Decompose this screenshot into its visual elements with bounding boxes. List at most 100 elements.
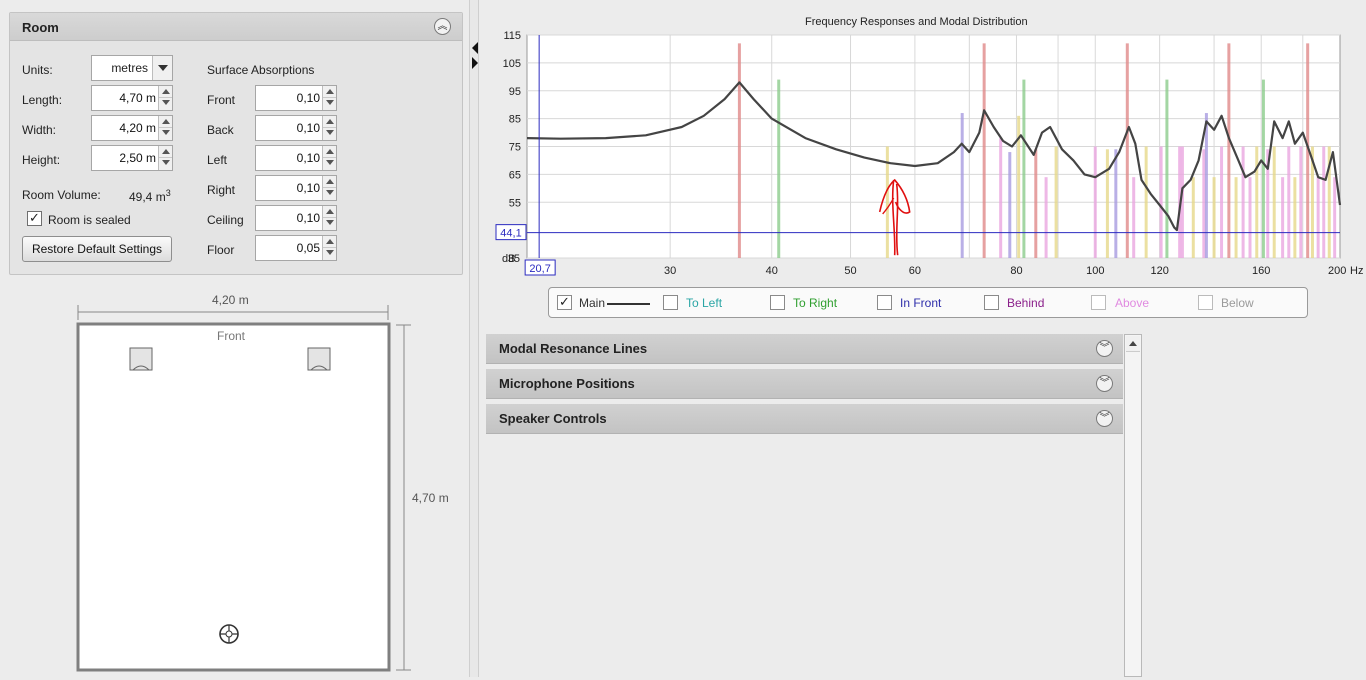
vertical-scrollbar[interactable] xyxy=(1124,334,1142,677)
modal-line xyxy=(999,138,1003,258)
expand-down-icon[interactable]: ︾ xyxy=(1096,410,1113,427)
speaker-left-icon[interactable] xyxy=(129,347,153,371)
chart-legend: ✓ Main To Left To Right In Front Behind … xyxy=(548,287,1308,318)
width-dimension-line xyxy=(77,305,389,320)
height-value: 2,50 m xyxy=(119,151,156,165)
absorption-back-stepper[interactable]: 0,10 xyxy=(255,115,337,141)
stepper-arrows-icon[interactable] xyxy=(158,86,172,110)
listener-position-icon[interactable] xyxy=(219,624,239,644)
x-tick-label: 120 xyxy=(1150,265,1168,277)
room-front-label: Front xyxy=(217,329,246,343)
stepper-arrows-icon[interactable] xyxy=(322,236,336,260)
legend-in-front-checkbox[interactable] xyxy=(877,295,892,310)
modal-line xyxy=(1132,177,1136,258)
modal-line xyxy=(1144,146,1148,258)
modal-line xyxy=(1202,149,1206,258)
section-microphone-positions[interactable]: Microphone Positions ︾ xyxy=(486,369,1123,399)
legend-behind-checkbox[interactable] xyxy=(984,295,999,310)
x-tick-label: 160 xyxy=(1252,265,1270,277)
length-stepper[interactable]: 4,70 m xyxy=(91,85,173,111)
section-microphone-positions-title: Microphone Positions xyxy=(499,376,635,391)
absorption-ceiling-label: Ceiling xyxy=(207,213,244,227)
modal-line xyxy=(1261,79,1265,258)
legend-to-left-checkbox[interactable] xyxy=(663,295,678,310)
stepper-arrows-icon[interactable] xyxy=(158,116,172,140)
absorption-floor-label: Floor xyxy=(207,243,235,257)
length-dimension-line xyxy=(396,324,411,671)
modal-line xyxy=(1204,113,1208,258)
section-modal-resonance-lines[interactable]: Modal Resonance Lines ︾ xyxy=(486,334,1123,364)
modal-line xyxy=(1293,177,1297,258)
restore-defaults-button[interactable]: Restore Default Settings xyxy=(22,236,172,262)
x-tick-label: 50 xyxy=(844,265,856,277)
stepper-arrows-icon[interactable] xyxy=(322,86,336,110)
section-speaker-controls-title: Speaker Controls xyxy=(499,411,607,426)
y-tick-label: 85 xyxy=(509,114,521,126)
modal-line xyxy=(1333,177,1337,258)
speaker-right-icon[interactable] xyxy=(307,347,331,371)
modal-line xyxy=(1287,146,1291,258)
dropdown-arrow-icon[interactable] xyxy=(152,56,172,80)
absorption-floor-value: 0,05 xyxy=(296,241,320,255)
absorption-front-value: 0,10 xyxy=(296,91,320,105)
volume-unit-sup: 3 xyxy=(165,188,171,198)
x-tick-label: 100 xyxy=(1086,265,1104,277)
y-tick-label: 95 xyxy=(509,86,521,98)
units-label: Units: xyxy=(22,63,53,77)
absorption-floor-stepper[interactable]: 0,05 xyxy=(255,235,337,261)
modal-line xyxy=(1299,146,1303,258)
room-plan: 4,20 m 4,70 m Front xyxy=(0,290,470,677)
section-modal-resonance-lines-title: Modal Resonance Lines xyxy=(499,341,648,356)
section-speaker-controls[interactable]: Speaker Controls ︾ xyxy=(486,404,1123,434)
stepper-arrows-icon[interactable] xyxy=(158,146,172,170)
modal-line xyxy=(1220,146,1224,258)
absorption-right-label: Right xyxy=(207,183,236,197)
absorption-right-stepper[interactable]: 0,10 xyxy=(255,175,337,201)
room-panel-header[interactable]: Room ︽ xyxy=(10,13,462,41)
splitter-left-arrow-icon[interactable] xyxy=(472,42,478,54)
modal-line xyxy=(1165,79,1169,258)
room-sealed-checkbox[interactable]: ✓ xyxy=(27,211,42,226)
length-value: 4,70 m xyxy=(119,91,156,105)
modal-line xyxy=(777,79,781,258)
cursor-x-readout: 20,7 xyxy=(529,263,550,275)
y-tick-label: 105 xyxy=(503,58,521,70)
width-stepper[interactable]: 4,20 m xyxy=(91,115,173,141)
legend-to-right-checkbox[interactable] xyxy=(770,295,785,310)
absorption-left-stepper[interactable]: 0,10 xyxy=(255,145,337,171)
room-sealed-label: Room is sealed xyxy=(48,213,131,227)
y-tick-label: 65 xyxy=(509,169,521,181)
pane-splitter[interactable] xyxy=(469,0,479,677)
width-value: 4,20 m xyxy=(119,121,156,135)
units-select[interactable]: metres xyxy=(91,55,173,81)
modal-line xyxy=(1191,177,1195,258)
absorption-front-stepper[interactable]: 0,10 xyxy=(255,85,337,111)
modal-line xyxy=(737,43,741,258)
frequency-response-chart[interactable]: 44,120,7 1151059585756555dB3530 40 50 60 80 1… xyxy=(482,28,1366,284)
room-length-dimension: 4,70 m xyxy=(412,491,449,505)
expand-down-icon[interactable]: ︾ xyxy=(1096,340,1113,357)
y-tick-label: 35 xyxy=(508,253,520,265)
chart-grid xyxy=(526,34,1341,259)
stepper-arrows-icon[interactable] xyxy=(322,116,336,140)
modal-line xyxy=(1034,149,1038,258)
modal-line xyxy=(1159,146,1163,258)
collapse-up-icon[interactable]: ︽ xyxy=(434,18,451,35)
splitter-right-arrow-icon[interactable] xyxy=(472,57,478,69)
expand-down-icon[interactable]: ︾ xyxy=(1096,375,1113,392)
chart-title: Frequency Responses and Modal Distributi… xyxy=(805,16,1028,28)
absorption-ceiling-stepper[interactable]: 0,10 xyxy=(255,205,337,231)
width-label: Width: xyxy=(22,123,57,137)
scroll-up-arrow-icon[interactable] xyxy=(1126,336,1140,352)
y-tick-label: 55 xyxy=(509,197,521,209)
room-panel-title: Room xyxy=(22,20,59,35)
legend-below-checkbox[interactable] xyxy=(1198,295,1213,310)
height-stepper[interactable]: 2,50 m xyxy=(91,145,173,171)
legend-main-checkbox[interactable]: ✓ xyxy=(557,295,572,310)
stepper-arrows-icon[interactable] xyxy=(322,146,336,170)
legend-main-line xyxy=(607,303,650,305)
stepper-arrows-icon[interactable] xyxy=(322,206,336,230)
stepper-arrows-icon[interactable] xyxy=(322,176,336,200)
modal-line xyxy=(1272,146,1276,258)
legend-above-checkbox[interactable] xyxy=(1091,295,1106,310)
